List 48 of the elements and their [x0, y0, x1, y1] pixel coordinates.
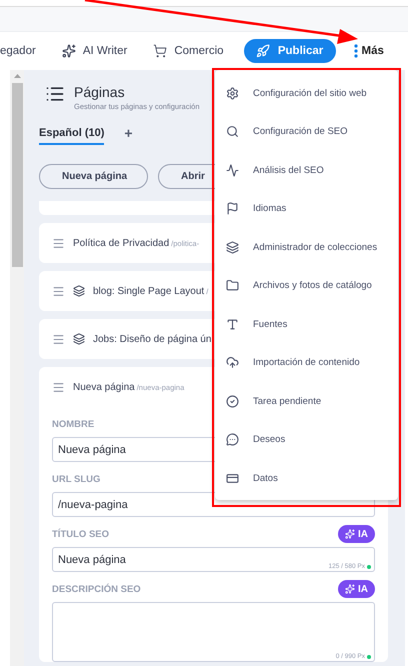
menu-item[interactable]: Configuración de SEO — [215, 112, 398, 151]
layers-icon — [226, 240, 239, 254]
publish-button[interactable]: Publicar — [244, 39, 336, 63]
page-action-button[interactable]: Nueva página — [39, 164, 148, 189]
add-language-button[interactable]: + — [124, 125, 133, 147]
rocket-icon — [256, 44, 270, 58]
sparkle-icon — [345, 584, 355, 594]
toolbar-link[interactable]: egador — [0, 45, 36, 57]
drag-handle-icon[interactable] — [52, 284, 65, 298]
flag-icon — [226, 202, 239, 216]
search-icon — [226, 125, 239, 138]
language-tab[interactable]: Español (10) — [39, 127, 104, 145]
ai-button[interactable]: IA — [338, 525, 375, 543]
cloud-upload-icon — [226, 356, 239, 370]
field-label: DESCRIPCIÓN SEO — [52, 584, 141, 594]
toolbar-link[interactable]: AI Writer — [82, 45, 128, 57]
scrollbar-thumb[interactable] — [12, 83, 22, 267]
ai-button[interactable]: IA — [338, 580, 375, 598]
page-title: blog: Single Page Layout — [93, 286, 204, 296]
check-circle-icon — [226, 394, 239, 408]
layers-icon — [73, 333, 85, 345]
pulse-icon — [226, 164, 239, 177]
sparkle-icon — [62, 44, 76, 58]
drag-handle-icon[interactable] — [52, 380, 65, 394]
scroll-up-icon[interactable] — [14, 74, 20, 78]
chat-bubble-icon — [226, 433, 239, 446]
input-field[interactable]: /nueva-pagina — [53, 493, 374, 516]
layers-icon — [73, 285, 85, 297]
card-icon — [226, 472, 239, 485]
text-icon — [226, 318, 239, 331]
page-title: Jobs: Diseño de página ún — [93, 334, 212, 344]
page-title: Política de Privacidad — [73, 238, 170, 248]
page-title: Nueva página — [73, 382, 135, 392]
kebab-icon — [354, 44, 358, 58]
panel-title: Páginas — [74, 84, 126, 100]
gear-icon — [226, 86, 239, 100]
menu-item[interactable]: Configuración del sitio web — [215, 74, 398, 112]
drag-handle-icon[interactable] — [52, 332, 65, 346]
field-label: URL SLUG — [52, 474, 100, 484]
field-label: NOMBRE — [52, 418, 94, 430]
sparkle-icon — [345, 529, 355, 539]
field-label: TÍTULO SEO — [52, 528, 109, 540]
cart-icon — [153, 44, 168, 58]
drag-handle-icon[interactable] — [52, 236, 65, 250]
toolbar-link[interactable]: Comercio — [174, 45, 224, 57]
folder-icon — [226, 279, 239, 292]
scrollbar[interactable] — [10, 70, 24, 666]
more-button[interactable]: Más — [354, 44, 384, 58]
